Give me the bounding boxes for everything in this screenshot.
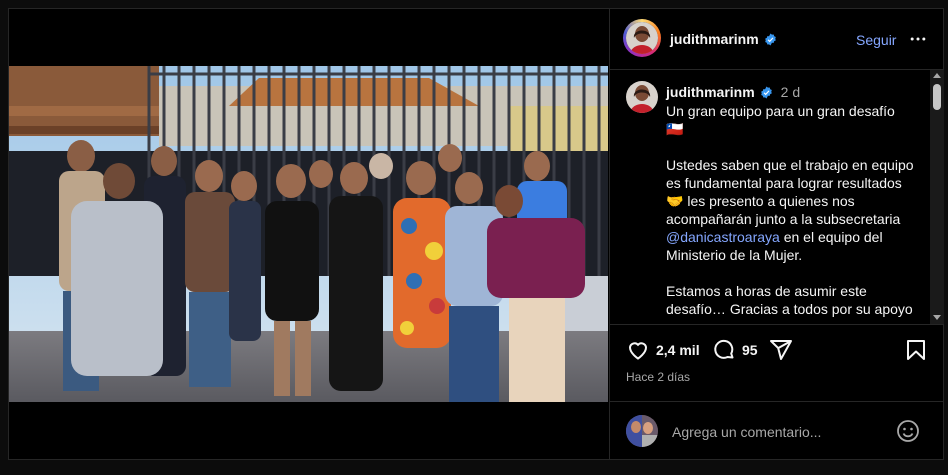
author-username-text[interactable]: judithmarinm <box>670 31 759 47</box>
more-options-icon[interactable] <box>908 29 928 49</box>
handshake-emoji: 🤝 <box>666 193 684 209</box>
comment-input[interactable] <box>670 420 884 444</box>
caption-text: Un gran equipo para un gran desafío 🇨🇱 Us… <box>666 102 924 324</box>
caption-username[interactable]: judithmarinm <box>666 84 755 100</box>
comments-count[interactable]: 95 <box>742 342 758 358</box>
verified-badge-icon <box>764 33 776 46</box>
comment-button[interactable]: 95 <box>712 338 758 362</box>
emoji-icon[interactable] <box>896 419 920 443</box>
bookmark-icon[interactable] <box>904 338 928 362</box>
post-modal: judithmarinm Seguir judithmarinm 2 d Un g… <box>8 8 944 460</box>
add-comment-bar <box>610 401 944 459</box>
post-date[interactable]: Hace 2 días <box>626 370 690 384</box>
save-button[interactable] <box>904 338 928 362</box>
post-media <box>9 9 608 459</box>
post-photo[interactable] <box>9 66 608 402</box>
caption-time[interactable]: 2 d <box>781 84 800 100</box>
mention-link[interactable]: @danicastroaraya <box>666 229 780 245</box>
comments-scrollbar[interactable] <box>930 70 944 324</box>
post-side-panel: judithmarinm Seguir judithmarinm 2 d Un g… <box>609 9 944 459</box>
caption-paragraph-2a: Ustedes saben que el trabajo en equipo e… <box>666 157 914 191</box>
chile-flag-emoji: 🇨🇱 <box>666 121 684 137</box>
verified-badge-icon <box>760 86 772 99</box>
comments-area[interactable]: judithmarinm 2 d Un gran equipo para un g… <box>610 70 944 325</box>
caption-line-1: Un gran equipo para un gran desafío <box>666 103 895 119</box>
caption-author-avatar[interactable] <box>626 81 658 113</box>
author-avatar[interactable] <box>623 19 661 57</box>
share-button[interactable] <box>769 338 793 362</box>
paper-plane-icon[interactable] <box>769 338 793 362</box>
scrollbar-thumb[interactable] <box>933 84 941 110</box>
current-user-avatar <box>626 415 658 447</box>
scroll-down-arrow-icon[interactable] <box>933 315 941 320</box>
heart-icon[interactable] <box>626 338 650 362</box>
comment-bubble-icon[interactable] <box>712 338 736 362</box>
post-actions: 2,4 mil 95 Hace 2 días <box>610 325 944 385</box>
scroll-up-arrow-icon[interactable] <box>933 73 941 78</box>
caption-paragraph-3: Estamos a horas de asumir este desafío… … <box>666 283 913 317</box>
author-avatar-image <box>626 22 658 54</box>
likes-count[interactable]: 2,4 mil <box>656 342 700 358</box>
follow-button[interactable]: Seguir <box>856 32 896 48</box>
like-button[interactable]: 2,4 mil <box>626 338 700 362</box>
caption-paragraph-2b: les presento a quienes nos acompañarán j… <box>666 193 901 227</box>
caption-header: judithmarinm 2 d <box>666 84 800 100</box>
author-username[interactable]: judithmarinm <box>670 31 777 47</box>
post-header: judithmarinm Seguir <box>610 9 944 70</box>
